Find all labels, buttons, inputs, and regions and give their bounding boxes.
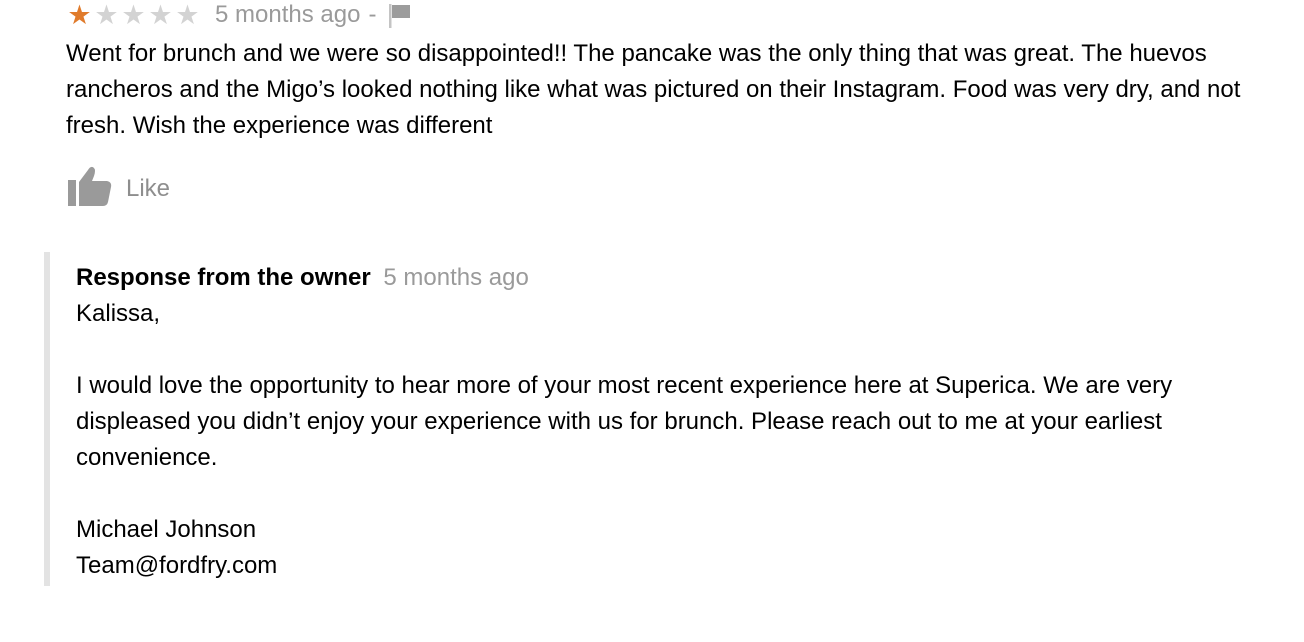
- like-button[interactable]: Like: [66, 164, 170, 213]
- owner-greeting: Kalissa,: [76, 300, 161, 327]
- owner-signature-name: Michael Johnson: [76, 516, 257, 543]
- owner-signature-email: Team@fordfry.com: [76, 552, 278, 579]
- meta-separator: -: [368, 1, 377, 28]
- review-text: Went for brunch and we were so disappoin…: [66, 40, 1241, 139]
- owner-response-time: 5 months ago: [383, 264, 529, 291]
- owner-response: Response from the owner 5 months ago Kal…: [44, 252, 1280, 586]
- owner-response-body: I would love the opportunity to hear mor…: [76, 372, 1173, 471]
- like-label: Like: [126, 174, 171, 202]
- star-empty-icon: ★: [121, 0, 146, 30]
- owner-response-header: Response from the owner 5 months ago: [76, 260, 1276, 296]
- star-empty-icon: ★: [94, 0, 119, 30]
- owner-response-title: Response from the owner: [76, 264, 371, 291]
- thumbs-up-icon: [66, 164, 114, 213]
- review-meta: ★ ★ ★ ★ ★ 5 months ago -: [66, 0, 412, 30]
- star-empty-icon: ★: [148, 0, 173, 30]
- star-filled-icon: ★: [67, 0, 92, 30]
- review-time: 5 months ago: [215, 1, 361, 28]
- star-rating: ★ ★ ★ ★ ★: [66, 1, 201, 29]
- flag-icon[interactable]: [388, 2, 412, 28]
- star-empty-icon: ★: [175, 0, 200, 30]
